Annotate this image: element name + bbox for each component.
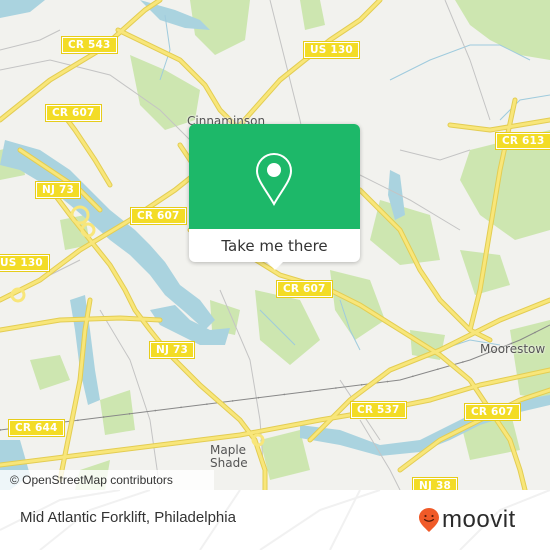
place-label-moorestown: Moorestow [480, 342, 546, 356]
route-shield-cr607: CR 607 [45, 104, 102, 122]
route-shield-us130: US 130 [303, 41, 360, 59]
map-pin-icon [255, 152, 293, 207]
popup-header [189, 124, 360, 229]
route-shield-nj73: NJ 73 [35, 181, 81, 199]
moovit-smiley-pin-icon [419, 508, 439, 532]
place-title: Mid Atlantic Forklift, Philadelphia [20, 509, 236, 526]
take-me-there-button[interactable]: Take me there [189, 229, 360, 262]
route-shield-cr543: CR 543 [61, 36, 118, 54]
route-shield-cr537: CR 537 [350, 401, 407, 419]
route-shield-cr607: CR 607 [464, 403, 521, 421]
popup-pointer [267, 262, 283, 270]
moovit-logo[interactable]: moovit [418, 506, 516, 534]
location-popup: Take me there [189, 124, 360, 270]
place-label-maple-shade: Maple Shade [210, 443, 248, 470]
route-shield-cr607: CR 607 [276, 280, 333, 298]
map-attribution[interactable]: © OpenStreetMap contributors [0, 470, 214, 490]
route-shield-cr613: CR 613 [495, 132, 550, 150]
moovit-wordmark: moovit [442, 506, 516, 533]
route-shield-cr607: CR 607 [130, 207, 187, 225]
route-shield-cr644: CR 644 [8, 419, 65, 437]
map-view[interactable]: CR 543 US 130 CR 607 CR 613 NJ 73 CR 607… [0, 0, 550, 490]
route-shield-nj38: NJ 38 [412, 477, 458, 490]
route-shield-nj73: NJ 73 [149, 341, 195, 359]
route-shield-us130: US 130 [0, 254, 50, 272]
